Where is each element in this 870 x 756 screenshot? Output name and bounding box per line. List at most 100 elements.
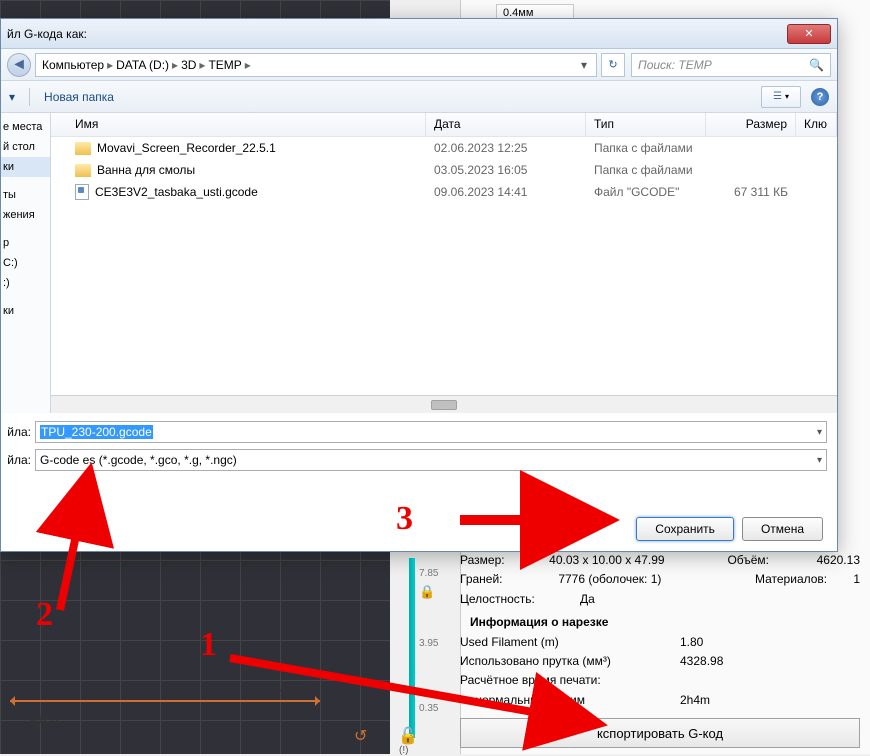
file-list-pane: Имя Дата Тип Размер Клю Movavi_Screen_Re… [51,113,837,413]
slider-tick: 7.85 [419,568,438,579]
file-row[interactable]: CE3E3V2_tasbaka_usti.gcode 09.06.2023 14… [51,181,837,203]
column-key[interactable]: Клю [796,113,837,136]
column-headers: Имя Дата Тип Размер Клю [51,113,837,137]
breadcrumb-path[interactable]: Компьютер▸ DATA (D:)▸ 3D▸ TEMP▸ ▾ [35,53,597,77]
filename-label: йла: [1,425,31,439]
gcode-file-icon [75,184,89,200]
layer-slider[interactable]: 7.85 3.95 0.35 (!) [409,558,415,738]
slider-tick: 0.35 [419,703,438,714]
sidebar-item[interactable]: ки [1,157,50,177]
info-label: Used Filament (m) [460,634,680,651]
undo-icon[interactable]: ↺ [354,726,367,746]
search-placeholder: Поиск: TEMP [638,58,712,72]
chevron-down-icon[interactable]: ▾ [817,427,822,438]
sidebar-item[interactable]: C:) [1,253,50,273]
info-value: 2h4m [680,692,710,709]
column-name[interactable]: Имя [51,113,426,136]
chevron-down-icon[interactable]: ▾ [581,58,587,72]
column-size[interactable]: Размер [706,113,796,136]
export-gcode-button[interactable]: кспортировать G-код [460,718,860,748]
filename-value: TPU_230-200.gcode [40,425,153,439]
file-name: Movavi_Screen_Recorder_22.5.1 [97,141,276,155]
chevron-right-icon: ▸ [172,58,178,72]
file-type: Папка с файлами [586,163,706,177]
sidebar-item[interactable]: е места [1,117,50,137]
lock-icon[interactable]: 🔒 [419,584,435,600]
info-label: - нормальный режим [460,692,680,709]
file-row[interactable]: Ванна для смолы 03.05.2023 16:05 Папка с… [51,159,837,181]
sidebar-item [1,293,50,301]
info-label: Использовано прутка (мм³) [460,653,680,670]
chevron-down-icon[interactable]: ▾ [817,455,822,466]
new-folder-button[interactable]: Новая папка [44,90,114,104]
info-value: 7776 (оболочек: 1) [558,571,755,588]
refresh-icon: ↻ [608,58,617,71]
info-value: 1 [853,571,860,588]
unlock-icon[interactable]: 🔓 [398,726,418,746]
scrollbar-thumb[interactable] [431,400,457,410]
file-type: Папка с файлами [586,141,706,155]
file-name: CE3E3V2_tasbaka_usti.gcode [95,185,258,199]
address-bar: ◄ Компьютер▸ DATA (D:)▸ 3D▸ TEMP▸ ▾ ↻ По… [1,49,837,81]
sidebar-item [1,225,50,233]
slider-value: 48272 [30,714,61,726]
file-name: Ванна для смолы [97,163,195,177]
file-size: 67 311 КБ [706,185,796,199]
sidebar-item[interactable]: ки [1,301,50,321]
sidebar-item[interactable]: ты [1,185,50,205]
sidebar-item[interactable]: жения [1,205,50,225]
breadcrumb-item[interactable]: DATA (D:) [116,58,169,72]
refresh-button[interactable]: ↻ [601,53,625,77]
info-label: Размер: [460,552,549,569]
breadcrumb-item[interactable]: 3D [181,58,196,72]
nav-back-button[interactable]: ◄ [7,53,31,77]
info-value: 40.03 x 10.00 x 47.99 [549,552,727,569]
filetype-select[interactable]: G-code es (*.gcode, *.gco, *.g, *.ngc) ▾ [35,449,827,471]
breadcrumb-item[interactable]: Компьютер [42,58,104,72]
model-info-panel: Размер:40.03 x 10.00 x 47.99Объём:4620.1… [460,552,860,711]
section-header: Информация о нарезке [470,614,860,631]
separator [29,88,30,106]
info-value: Да [580,591,595,608]
breadcrumb-item[interactable]: TEMP [208,58,241,72]
info-label: Объём: [727,552,816,569]
chevron-right-icon: ▸ [199,58,205,72]
dialog-titlebar[interactable]: йл G-кода как: ✕ [1,19,837,49]
save-button[interactable]: Сохранить [636,517,734,541]
close-button[interactable]: ✕ [787,24,831,44]
column-date[interactable]: Дата [426,113,586,136]
horizontal-slider[interactable]: 48432 48272 [10,700,320,702]
chevron-down-icon: ▾ [785,92,789,101]
slider-value: 48432 [279,684,310,696]
info-label: Материалов: [755,571,853,588]
info-value: 1.80 [680,634,703,651]
filetype-value: G-code es (*.gcode, *.gco, *.g, *.ngc) [40,453,237,467]
places-sidebar: е места й стол ки ты жения р C:) :) ки [1,113,51,413]
save-fields: йла: TPU_230-200.gcode ▾ йла: G-code es … [1,413,837,471]
filetype-label: йла: [1,453,31,467]
slider-reset-button[interactable]: (!) [399,745,408,756]
folder-icon [75,142,91,155]
help-button[interactable]: ? [811,88,829,106]
organize-menu[interactable]: ▾ [9,90,15,104]
dialog-toolbar: ▾ Новая папка ☰▾ ? [1,81,837,113]
column-type[interactable]: Тип [586,113,706,136]
view-mode-button[interactable]: ☰▾ [761,86,801,108]
info-value: 4620.13 [817,552,860,569]
cancel-button[interactable]: Отмена [742,517,823,541]
search-icon[interactable]: 🔍 [809,58,824,72]
filename-input[interactable]: TPU_230-200.gcode ▾ [35,421,827,443]
file-date: 03.05.2023 16:05 [426,163,586,177]
dialog-title: йл G-кода как: [7,27,787,41]
sidebar-item[interactable]: й стол [1,137,50,157]
info-label: Граней: [460,571,558,588]
chevron-right-icon: ▸ [107,58,113,72]
file-row[interactable]: Movavi_Screen_Recorder_22.5.1 02.06.2023… [51,137,837,159]
sidebar-item[interactable]: р [1,233,50,253]
search-input[interactable]: Поиск: TEMP 🔍 [631,53,831,77]
triangle-left-icon: ◄ [11,56,27,74]
sidebar-item [1,177,50,185]
help-icon: ? [817,91,824,103]
sidebar-item[interactable]: :) [1,273,50,293]
horizontal-scrollbar[interactable] [51,395,837,413]
